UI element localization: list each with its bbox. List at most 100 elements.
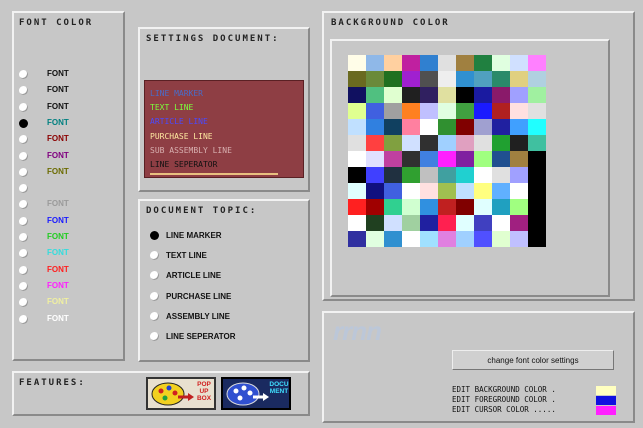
edit-color-link[interactable]: EDIT CURSOR COLOR ..... xyxy=(452,405,556,414)
palette-swatch[interactable] xyxy=(348,119,366,135)
popup-box-button[interactable]: POP UP BOX xyxy=(146,377,216,410)
palette-swatch[interactable] xyxy=(402,199,420,215)
font-color-option[interactable]: FONT xyxy=(19,151,99,163)
palette-swatch[interactable] xyxy=(510,167,528,183)
palette-swatch[interactable] xyxy=(528,71,546,87)
palette-swatch[interactable] xyxy=(456,87,474,103)
radio-button[interactable] xyxy=(19,298,28,308)
palette-swatch[interactable] xyxy=(438,87,456,103)
palette-swatch[interactable] xyxy=(492,119,510,135)
palette-swatch[interactable] xyxy=(510,215,528,231)
palette-swatch[interactable] xyxy=(402,119,420,135)
palette-swatch[interactable] xyxy=(510,71,528,87)
palette-swatch[interactable] xyxy=(420,135,438,151)
font-color-option[interactable]: FONT xyxy=(19,102,99,114)
palette-swatch[interactable] xyxy=(528,55,546,71)
palette-swatch[interactable] xyxy=(528,231,546,247)
palette-swatch[interactable] xyxy=(474,119,492,135)
palette-swatch[interactable] xyxy=(528,199,546,215)
palette-swatch[interactable] xyxy=(456,183,474,199)
palette-swatch[interactable] xyxy=(366,231,384,247)
edit-color-swatch[interactable] xyxy=(596,386,616,395)
palette-swatch[interactable] xyxy=(438,71,456,87)
palette-swatch[interactable] xyxy=(438,183,456,199)
palette-swatch[interactable] xyxy=(492,103,510,119)
palette-swatch[interactable] xyxy=(474,215,492,231)
palette-swatch[interactable] xyxy=(366,119,384,135)
palette-swatch[interactable] xyxy=(348,103,366,119)
palette-swatch[interactable] xyxy=(348,215,366,231)
palette-swatch[interactable] xyxy=(456,55,474,71)
palette-swatch[interactable] xyxy=(510,119,528,135)
palette-swatch[interactable] xyxy=(456,215,474,231)
radio-button[interactable] xyxy=(19,135,28,145)
palette-swatch[interactable] xyxy=(384,231,402,247)
palette-swatch[interactable] xyxy=(474,55,492,71)
palette-swatch[interactable] xyxy=(384,199,402,215)
edit-color-swatch[interactable] xyxy=(596,406,616,415)
font-color-option[interactable]: FONT xyxy=(19,118,99,130)
palette-swatch[interactable] xyxy=(420,87,438,103)
font-color-option[interactable]: FONT xyxy=(19,248,99,260)
palette-swatch[interactable] xyxy=(348,231,366,247)
palette-swatch[interactable] xyxy=(528,87,546,103)
radio-button[interactable] xyxy=(19,249,28,259)
palette-swatch[interactable] xyxy=(528,167,546,183)
palette-swatch[interactable] xyxy=(366,87,384,103)
palette-swatch[interactable] xyxy=(402,103,420,119)
palette-swatch[interactable] xyxy=(492,231,510,247)
palette-swatch[interactable] xyxy=(456,119,474,135)
palette-swatch[interactable] xyxy=(384,71,402,87)
palette-swatch[interactable] xyxy=(438,231,456,247)
radio-button[interactable] xyxy=(150,291,159,301)
palette-swatch[interactable] xyxy=(420,199,438,215)
palette-swatch[interactable] xyxy=(402,71,420,87)
palette-swatch[interactable] xyxy=(348,199,366,215)
palette-swatch[interactable] xyxy=(474,199,492,215)
palette-swatch[interactable] xyxy=(384,103,402,119)
palette-swatch[interactable] xyxy=(402,87,420,103)
radio-button[interactable] xyxy=(150,231,159,240)
radio-button[interactable] xyxy=(19,167,28,177)
palette-swatch[interactable] xyxy=(528,103,546,119)
palette-swatch[interactable] xyxy=(510,103,528,119)
palette-swatch[interactable] xyxy=(420,231,438,247)
radio-button[interactable] xyxy=(19,200,28,210)
font-color-option[interactable] xyxy=(19,183,99,195)
radio-button[interactable] xyxy=(150,332,159,341)
radio-button[interactable] xyxy=(19,233,28,242)
radio-button[interactable] xyxy=(19,216,28,226)
palette-swatch[interactable] xyxy=(384,55,402,71)
palette-swatch[interactable] xyxy=(438,151,456,167)
palette-swatch[interactable] xyxy=(510,231,528,247)
radio-button[interactable] xyxy=(19,314,28,324)
palette-swatch[interactable] xyxy=(492,183,510,199)
radio-button[interactable] xyxy=(19,281,28,291)
palette-swatch[interactable] xyxy=(438,103,456,119)
palette-swatch[interactable] xyxy=(492,71,510,87)
font-color-option[interactable]: FONT xyxy=(19,314,99,326)
palette-swatch[interactable] xyxy=(402,231,420,247)
font-color-option[interactable]: FONT xyxy=(19,167,99,179)
palette-swatch[interactable] xyxy=(366,199,384,215)
palette-swatch[interactable] xyxy=(348,151,366,167)
palette-swatch[interactable] xyxy=(402,55,420,71)
change-font-color-button[interactable]: change font color settings xyxy=(452,350,614,370)
palette-swatch[interactable] xyxy=(366,151,384,167)
palette-swatch[interactable] xyxy=(420,215,438,231)
palette-swatch[interactable] xyxy=(366,55,384,71)
palette-swatch[interactable] xyxy=(510,55,528,71)
font-color-option[interactable]: FONT xyxy=(19,281,99,293)
palette-swatch[interactable] xyxy=(510,199,528,215)
palette-swatch[interactable] xyxy=(420,183,438,199)
palette-swatch[interactable] xyxy=(348,183,366,199)
palette-swatch[interactable] xyxy=(438,199,456,215)
palette-swatch[interactable] xyxy=(366,103,384,119)
palette-swatch[interactable] xyxy=(510,135,528,151)
document-button[interactable]: DOCU MENT xyxy=(221,377,291,410)
palette-swatch[interactable] xyxy=(384,135,402,151)
edit-color-swatch[interactable] xyxy=(596,396,616,405)
palette-swatch[interactable] xyxy=(420,167,438,183)
palette-swatch[interactable] xyxy=(402,183,420,199)
edit-color-link[interactable]: EDIT BACKGROUND COLOR . xyxy=(452,385,556,394)
